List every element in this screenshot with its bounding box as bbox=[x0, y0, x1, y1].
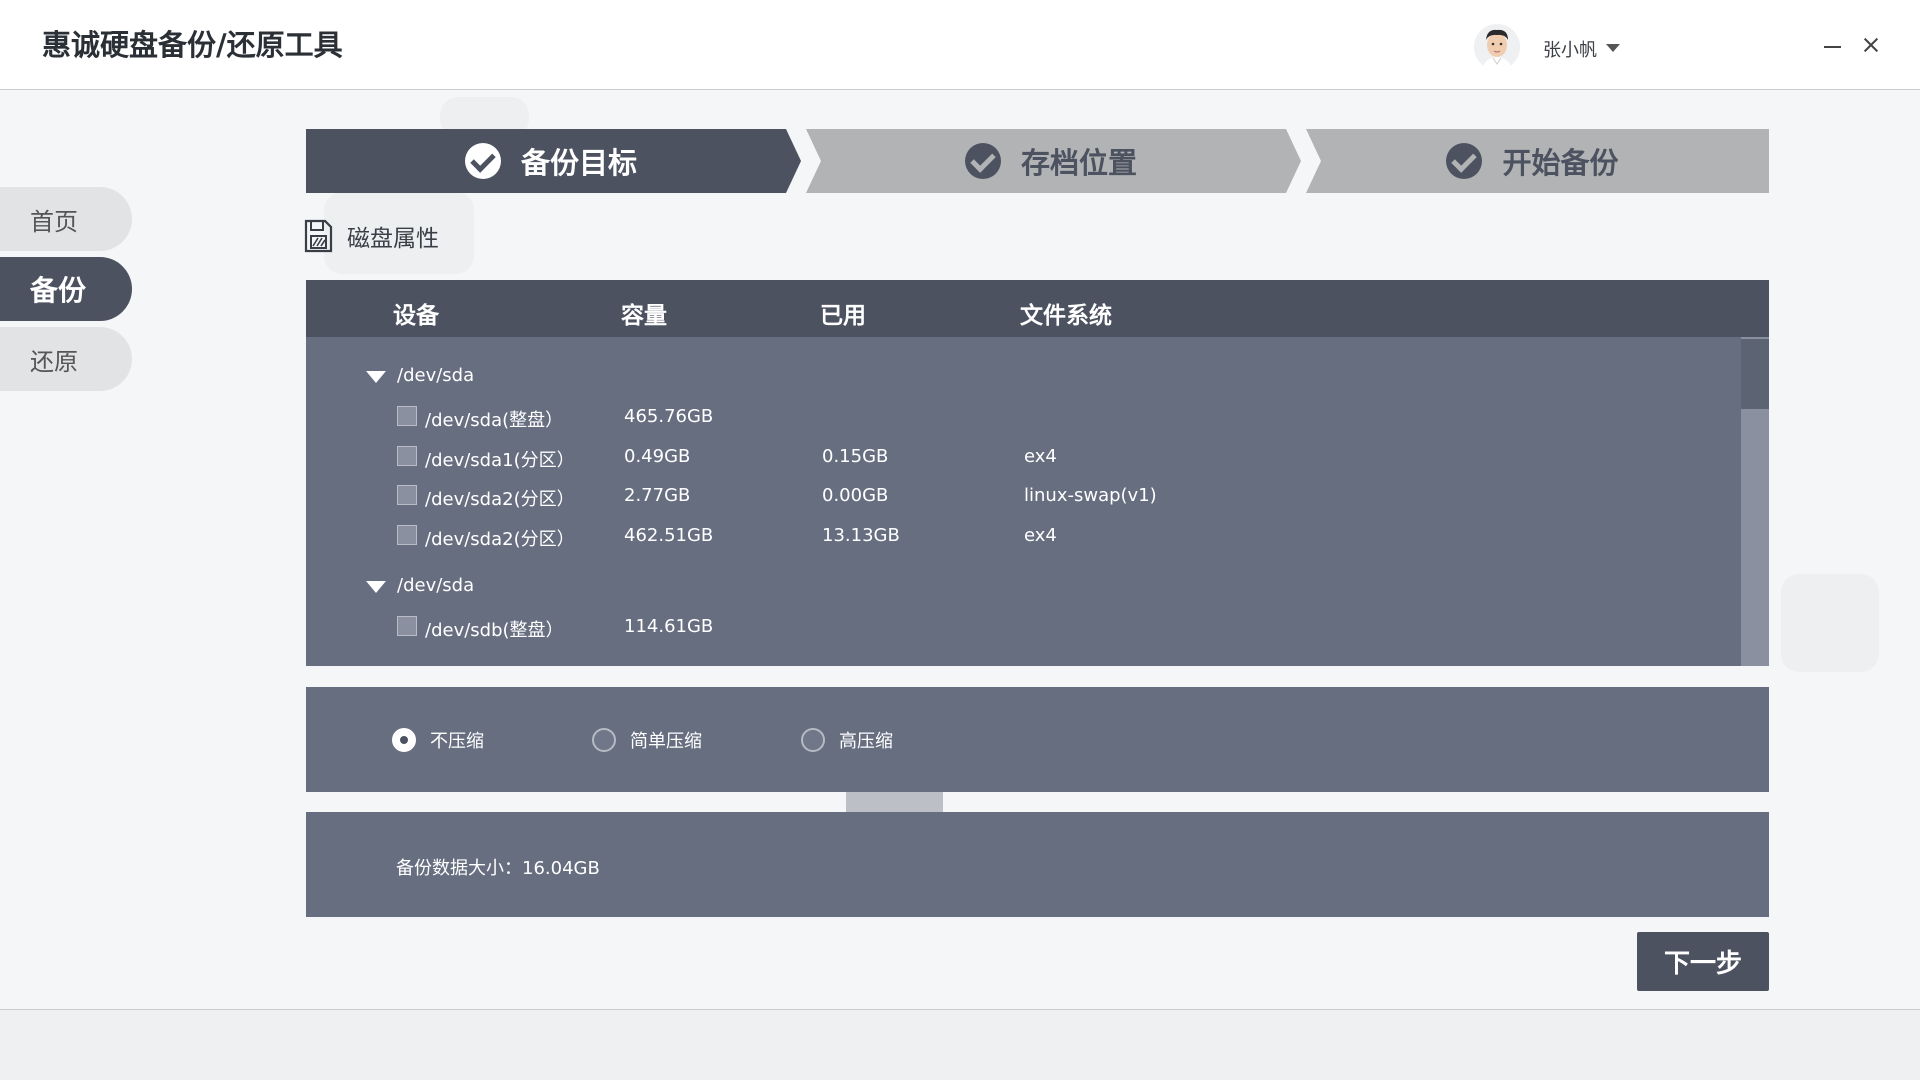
sidebar-item-backup[interactable]: 备份 bbox=[0, 257, 132, 321]
cell-capacity: 0.49GB bbox=[624, 446, 691, 467]
cell-used: 0.00GB bbox=[822, 485, 889, 506]
cell-capacity: 2.77GB bbox=[624, 485, 691, 506]
compression-panel: 不压缩 简单压缩 高压缩 bbox=[306, 687, 1769, 792]
step-label: 存档位置 bbox=[1020, 146, 1137, 180]
table-row[interactable]: /dev/sda2(分区） 462.51GB 13.13GB ex4 bbox=[306, 519, 1736, 553]
radio-button[interactable] bbox=[592, 728, 616, 752]
check-circle-icon bbox=[964, 143, 1001, 179]
radio-simple-compression[interactable]: 简单压缩 bbox=[592, 727, 702, 753]
cell-device: /dev/sda1(分区） bbox=[425, 450, 575, 471]
cell-device: /dev/sdb(整盘） bbox=[425, 620, 564, 641]
radio-label: 简单压缩 bbox=[630, 731, 702, 752]
backup-size-text: 备份数据大小：16.04GB bbox=[396, 858, 600, 879]
backup-size-panel: 备份数据大小：16.04GB bbox=[306, 812, 1769, 917]
section-disk-properties: 磁盘属性 bbox=[303, 219, 439, 253]
cell-capacity: 462.51GB bbox=[624, 525, 714, 546]
title-bar: 惠诚硬盘备份/还原工具 张小帆 bbox=[0, 0, 1920, 90]
sidebar-item-label: 备份 bbox=[30, 274, 87, 307]
footer bbox=[0, 1010, 1920, 1080]
app-title: 惠诚硬盘备份/还原工具 bbox=[42, 28, 343, 62]
disk-group-row[interactable]: /dev/sda bbox=[306, 359, 1736, 393]
column-header-used: 已用 bbox=[820, 303, 866, 329]
column-header-device: 设备 bbox=[393, 303, 439, 329]
step-backup-target[interactable]: 备份目标 bbox=[306, 129, 796, 193]
group-name: /dev/sda bbox=[397, 365, 475, 386]
cell-device: /dev/sda2(分区） bbox=[425, 529, 575, 550]
radio-no-compression[interactable]: 不压缩 bbox=[392, 727, 484, 753]
table-row[interactable]: /dev/sda(整盘） 465.76GB bbox=[306, 400, 1736, 434]
scrollbar-thumb[interactable] bbox=[1741, 339, 1769, 409]
row-checkbox[interactable] bbox=[397, 616, 417, 636]
section-title: 磁盘属性 bbox=[347, 226, 439, 252]
disk-table: 设备 容量 已用 文件系统 /dev/sda /dev/sda(整盘） 465.… bbox=[306, 280, 1769, 666]
radio-label: 不压缩 bbox=[430, 731, 484, 752]
close-icon[interactable] bbox=[1860, 34, 1882, 56]
stepper: 备份目标 存档位置 开始备份 bbox=[306, 129, 1769, 193]
radio-button[interactable] bbox=[392, 728, 416, 752]
cell-capacity: 114.61GB bbox=[624, 616, 714, 637]
table-header: 设备 容量 已用 文件系统 bbox=[306, 280, 1769, 337]
step-archive-location[interactable]: 存档位置 bbox=[806, 129, 1296, 193]
row-checkbox[interactable] bbox=[397, 485, 417, 505]
check-circle-icon bbox=[464, 143, 501, 179]
user-name[interactable]: 张小帆 bbox=[1543, 36, 1597, 62]
table-row[interactable]: /dev/sda1(分区） 0.49GB 0.15GB ex4 bbox=[306, 440, 1736, 474]
cell-device: /dev/sda(整盘） bbox=[425, 410, 564, 431]
group-name: /dev/sda bbox=[397, 575, 475, 596]
minimize-icon[interactable] bbox=[1824, 46, 1841, 48]
expand-triangle-icon[interactable] bbox=[366, 581, 386, 593]
radio-label: 高压缩 bbox=[839, 731, 893, 752]
column-header-capacity: 容量 bbox=[621, 303, 667, 329]
disk-group-row[interactable]: /dev/sda bbox=[306, 569, 1736, 603]
user-avatar[interactable] bbox=[1474, 24, 1520, 70]
cell-filesystem: ex4 bbox=[1024, 446, 1057, 467]
cell-capacity: 465.76GB bbox=[624, 406, 714, 427]
column-header-filesystem: 文件系统 bbox=[1020, 303, 1112, 329]
step-label: 开始备份 bbox=[1502, 146, 1619, 180]
sidebar-item-label: 还原 bbox=[30, 347, 78, 376]
row-checkbox[interactable] bbox=[397, 446, 417, 466]
decorative-shape bbox=[1781, 574, 1879, 672]
expand-triangle-icon[interactable] bbox=[366, 371, 386, 383]
radio-high-compression[interactable]: 高压缩 bbox=[801, 727, 893, 753]
row-checkbox[interactable] bbox=[397, 525, 417, 545]
sidebar-item-restore[interactable]: 还原 bbox=[0, 327, 132, 391]
next-button[interactable]: 下一步 bbox=[1637, 932, 1769, 991]
floppy-disk-icon bbox=[304, 219, 333, 253]
sidebar-item-label: 首页 bbox=[30, 207, 78, 236]
table-row[interactable]: /dev/sdb(整盘） 114.61GB bbox=[306, 610, 1736, 644]
step-start-backup[interactable]: 开始备份 bbox=[1296, 129, 1769, 193]
chevron-down-icon[interactable] bbox=[1606, 44, 1620, 52]
radio-button[interactable] bbox=[801, 728, 825, 752]
cell-filesystem: ex4 bbox=[1024, 525, 1057, 546]
cell-used: 13.13GB bbox=[822, 525, 900, 546]
sidebar-item-home[interactable]: 首页 bbox=[0, 187, 132, 251]
cell-device: /dev/sda2(分区） bbox=[425, 489, 575, 510]
panel-divider bbox=[846, 792, 943, 812]
step-label: 备份目标 bbox=[520, 146, 637, 180]
row-checkbox[interactable] bbox=[397, 406, 417, 426]
cell-used: 0.15GB bbox=[822, 446, 889, 467]
check-circle-icon bbox=[1446, 143, 1483, 179]
table-row[interactable]: /dev/sda2(分区） 2.77GB 0.00GB linux-swap(v… bbox=[306, 479, 1736, 513]
cell-filesystem: linux-swap(v1) bbox=[1024, 485, 1157, 506]
